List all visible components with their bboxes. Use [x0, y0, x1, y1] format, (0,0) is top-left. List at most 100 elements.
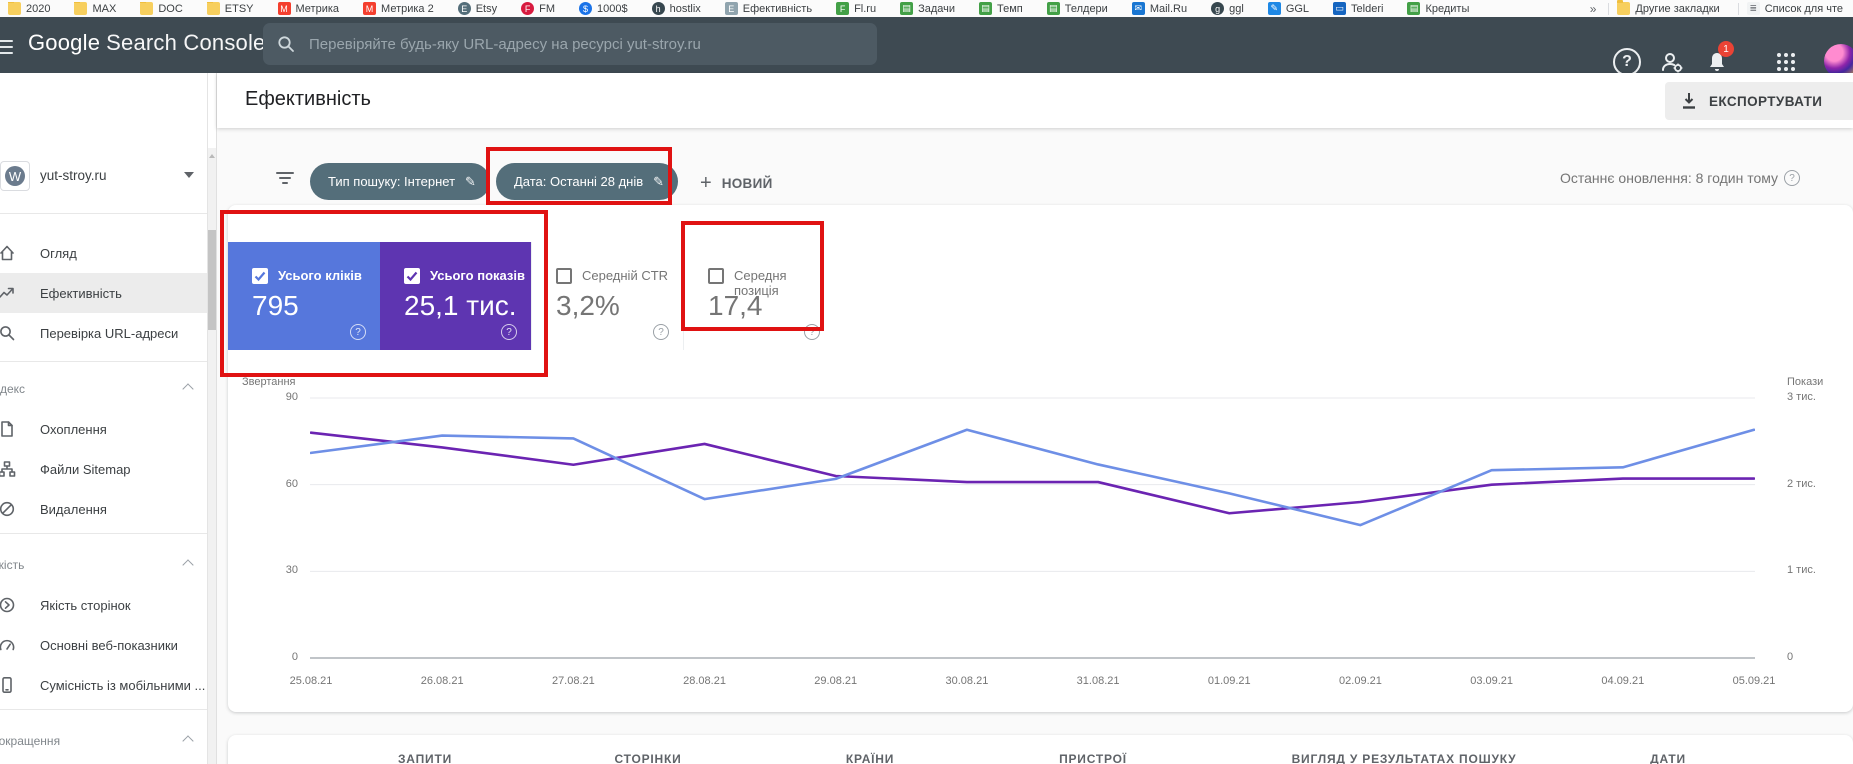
gsc-logo[interactable]: Google Search Console [28, 30, 266, 56]
search-input[interactable] [309, 35, 863, 53]
date-filter-chip[interactable]: Дата: Останні 28 днів ✎ [496, 163, 679, 200]
bookmark-item[interactable]: ▤ Телдери [1046, 2, 1108, 15]
sidebar-section-label: Якість [0, 558, 25, 572]
checkbox-checked-icon[interactable] [252, 268, 268, 284]
export-button[interactable]: ЕКСПОРТУВАТИ [1665, 82, 1853, 120]
help-question-icon[interactable]: ? [804, 324, 820, 340]
metric-card-Усього показів[interactable]: Усього показів 25,1 тис.? [380, 242, 531, 350]
chevron-up-icon [182, 735, 194, 747]
bookmarks-overflow-chevron-icon[interactable]: » [1590, 2, 1597, 16]
bookmark-item[interactable]: Е Ефективність [724, 2, 812, 15]
help-question-icon[interactable]: ? [1784, 170, 1801, 186]
metric-card-value: 3,2% [556, 290, 620, 321]
bookmark-item[interactable]: g ggl [1211, 2, 1244, 15]
dimension-tab-ДАТИ[interactable]: ДАТИ [1650, 752, 1686, 764]
sidebar-scrollbar [208, 73, 216, 764]
bookmark-item[interactable]: MAX [74, 2, 116, 15]
bookmark-item[interactable]: М Метрика [277, 2, 339, 15]
metric-card-value: 17,4 [708, 290, 763, 321]
bookmark-item[interactable]: ▤ Задачи [900, 2, 955, 15]
bookmark-item[interactable]: F FM [521, 2, 555, 15]
help-question-icon[interactable]: ? [350, 324, 366, 340]
dimension-tab-ВИГЛЯД У РЕЗУЛЬТАТАХ ПОШУКУ[interactable]: ВИГЛЯД У РЕЗУЛЬТАТАХ ПОШУКУ [1292, 752, 1517, 764]
bookmark-item[interactable]: 2020 [8, 2, 50, 15]
user-settings-icon[interactable] [1658, 48, 1686, 76]
checkbox-unchecked-icon[interactable] [708, 268, 724, 284]
right-axis-tick: 3 тис. [1787, 391, 1816, 403]
export-button-label: ЕКСПОРТУВАТИ [1709, 93, 1823, 109]
sidebar-item-Ефективність[interactable]: Ефективність [0, 273, 207, 313]
bookmark-label: MAX [92, 2, 117, 15]
x-axis-date-label: 03.09.21 [1470, 675, 1514, 687]
search-type-filter-label: Тип пошуку: Інтернет [328, 174, 456, 189]
page-title: Ефективність [245, 88, 371, 110]
left-axis-title: Звертання [242, 376, 296, 388]
sidebar-item-Перевірка URL-адреси[interactable]: Перевірка URL-адреси [0, 313, 207, 353]
bookmark-item[interactable]: E Etsy [457, 2, 497, 15]
metric-card-Усього кліків[interactable]: Усього кліків 795? [228, 242, 380, 350]
dimension-tab-ЗАПИТИ[interactable]: ЗАПИТИ [398, 752, 452, 764]
sidebar-section-Індекс[interactable]: Індекс [0, 371, 207, 407]
vitals-icon [0, 636, 16, 654]
metric-card-value: 795 [252, 290, 299, 321]
favicon-icon: $ [579, 2, 593, 15]
help-question-icon[interactable]: ? [653, 324, 669, 340]
line-series-Усього кліків [310, 428, 1755, 527]
checkbox-checked-icon[interactable] [404, 268, 420, 284]
url-inspection-search-box[interactable] [263, 23, 877, 65]
help-question-icon[interactable]: ? [501, 324, 517, 340]
bookmark-label: 2020 [26, 2, 51, 15]
dimension-tab-КРАЇНИ[interactable]: КРАЇНИ [846, 752, 894, 764]
x-axis-date-label: 02.09.21 [1339, 675, 1382, 687]
bookmark-item[interactable]: ▤ Кредиты [1407, 2, 1469, 15]
sitemap-icon [0, 460, 16, 478]
scrollbar-up-arrow[interactable] [208, 150, 216, 162]
sidebar-section-Якість[interactable]: Якість [0, 547, 207, 583]
bookmark-item[interactable]: ≣ Список для чте [1746, 2, 1843, 15]
bookmark-item[interactable]: $1000$ [579, 2, 628, 15]
logo-search-console: Search Console [106, 30, 266, 55]
hamburger-menu-icon[interactable] [0, 36, 13, 58]
scrollbar-thumb[interactable] [208, 230, 216, 330]
bookmark-item[interactable]: ▤ Темп [979, 2, 1023, 15]
bookmark-item[interactable]: h hostlix [651, 2, 701, 15]
filter-icon[interactable] [276, 172, 294, 187]
bookmark-item[interactable]: DOC [140, 2, 183, 15]
bookmark-label: Темп [997, 2, 1023, 15]
checkbox-unchecked-icon[interactable] [556, 268, 572, 284]
bookmark-item[interactable]: ✉ Mail.Ru [1131, 2, 1187, 15]
metric-card-Середня позиція[interactable]: Середня позиція 17,4? [683, 242, 834, 350]
bookmark-item[interactable]: ETSY [206, 2, 254, 15]
metric-card-Середній CTR[interactable]: Середній CTR 3,2%? [531, 242, 683, 350]
new-filter-button[interactable]: + НОВИЙ [700, 172, 773, 195]
property-selector[interactable]: W yut-stroy.ru [0, 159, 207, 201]
sidebar-item-Охоплення[interactable]: Охоплення [0, 409, 207, 449]
sidebar-item-Видалення[interactable]: Видалення [0, 489, 207, 529]
sidebar-item-Файли Sitemap[interactable]: Файли Sitemap [0, 449, 207, 489]
performance-line-chart[interactable] [310, 390, 1755, 660]
bookmark-label: 1000$ [597, 2, 628, 15]
google-apps-grid-icon[interactable] [1772, 48, 1800, 76]
bookmark-label: Метрика 2 [381, 2, 434, 15]
bookmark-item[interactable]: ✎ GGL [1267, 2, 1310, 15]
coverage-icon [0, 420, 16, 438]
dimension-tab-ПРИСТРОЇ[interactable]: ПРИСТРОЇ [1059, 752, 1127, 764]
bookmark-item[interactable]: F Fl.ru [836, 2, 876, 15]
dimensions-table-card: ЗАПИТИ СТОРІНКИ КРАЇНИ ПРИСТРОЇ ВИГЛЯД У РЕЗ… [228, 735, 1853, 764]
sidebar-item-Основні веб-показники[interactable]: Основні веб-показники [0, 625, 207, 665]
bookmark-item[interactable]: Другие закладки [1617, 0, 1720, 15]
favicon-icon: h [651, 2, 665, 15]
bookmark-label: GGL [1285, 2, 1310, 15]
dimension-tab-СТОРІНКИ[interactable]: СТОРІНКИ [614, 752, 681, 764]
search-type-filter-chip[interactable]: Тип пошуку: Інтернет ✎ [310, 163, 490, 200]
removal-icon [0, 500, 16, 518]
bookmark-label: DOC [158, 2, 183, 15]
bookmark-item[interactable]: ▭ Telderi [1333, 2, 1383, 15]
sidebar-section-Покращення[interactable]: Покращення [0, 723, 207, 759]
bookmark-item[interactable]: М Метрика 2 [363, 2, 434, 15]
favicon-icon: М [277, 2, 291, 15]
help-icon[interactable]: ? [1613, 48, 1641, 76]
sidebar-item-Сумісність із мобільними ...[interactable]: Сумісність із мобільними ... [0, 665, 207, 705]
sidebar-item-Якість сторінок[interactable]: Якість сторінок [0, 585, 207, 625]
sidebar-item-Огляд[interactable]: Огляд [0, 233, 207, 273]
